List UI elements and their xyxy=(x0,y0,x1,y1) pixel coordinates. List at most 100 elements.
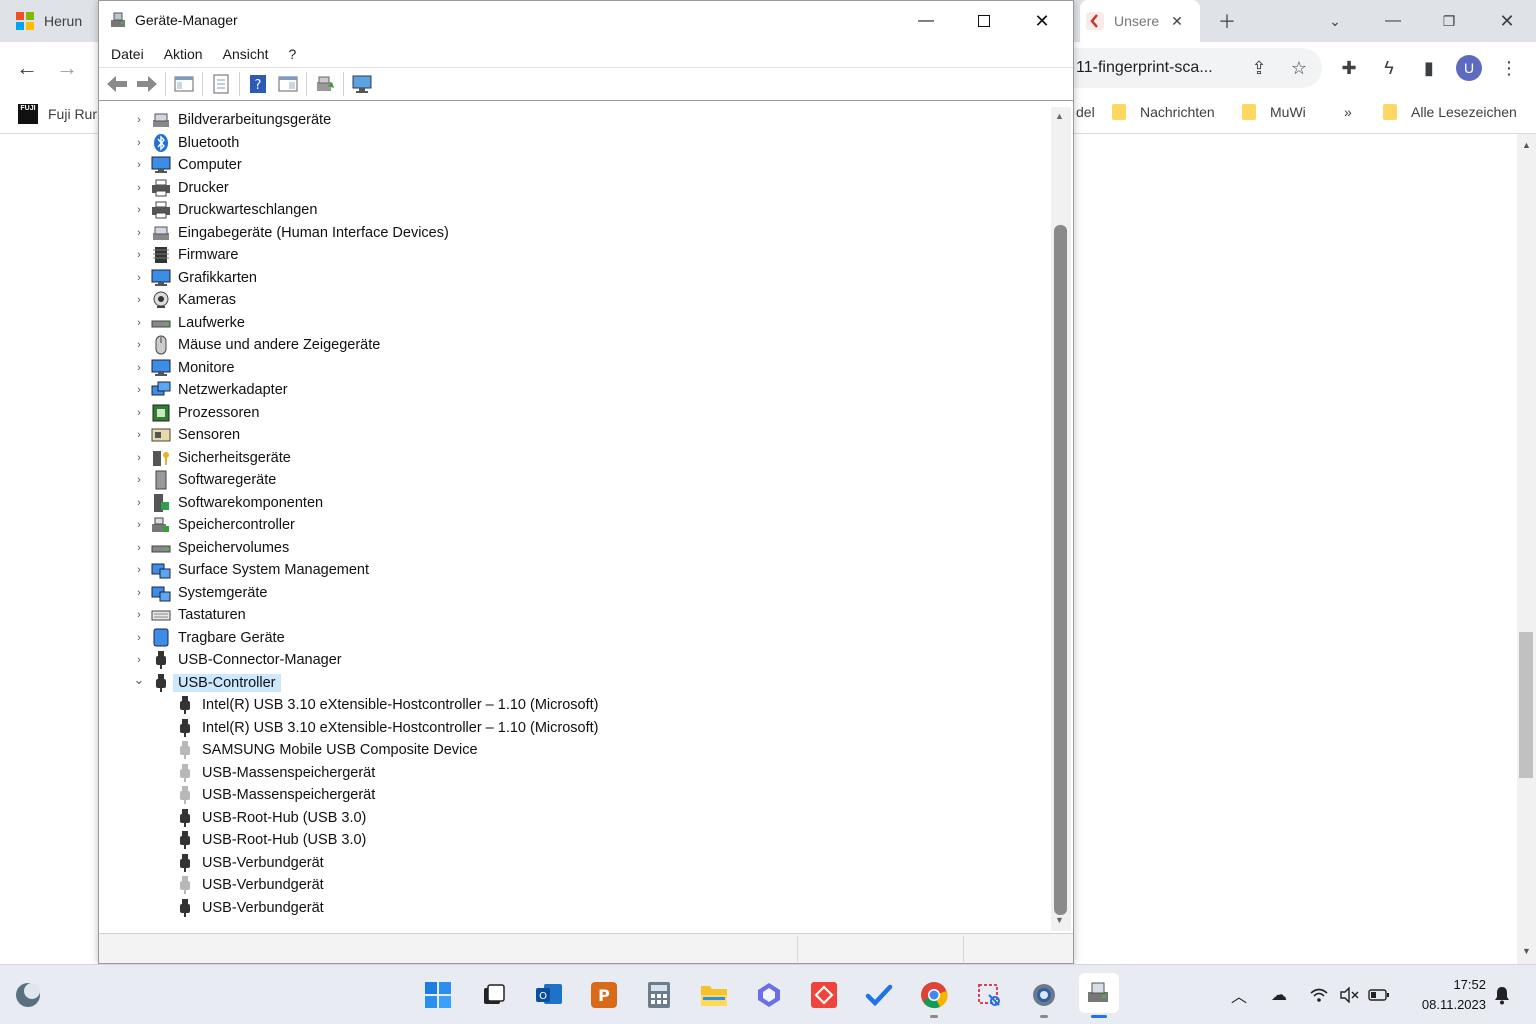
side-panel-icon[interactable]: ▮ xyxy=(1416,55,1442,81)
update-driver-button[interactable] xyxy=(313,72,337,96)
tree-scrollbar-thumb[interactable] xyxy=(1054,225,1067,915)
expand-chevron-icon[interactable]: › xyxy=(133,564,145,576)
forward-icon[interactable]: → xyxy=(54,55,80,81)
expand-chevron-icon[interactable]: › xyxy=(133,227,145,239)
device-manager-taskbar-button[interactable] xyxy=(1079,973,1119,1013)
expand-chevron-icon[interactable]: › xyxy=(133,474,145,486)
bookmark-partial[interactable]: del xyxy=(1076,104,1095,120)
battery-icon[interactable] xyxy=(1367,983,1391,1007)
chevron-down-icon[interactable]: ⌄ xyxy=(1322,8,1348,34)
copilot-taskbar-button[interactable] xyxy=(753,979,785,1011)
tree-category-row[interactable]: › Prozessoren xyxy=(133,402,259,424)
tree-category-row[interactable]: › Firmware xyxy=(133,244,238,266)
expand-chevron-icon[interactable]: › xyxy=(133,429,145,441)
browser-tab-right[interactable]: Unsere ✕ xyxy=(1080,0,1200,42)
expand-chevron-icon[interactable]: › xyxy=(133,204,145,216)
tree-category-row[interactable]: › Speichervolumes xyxy=(133,537,289,559)
explorer-taskbar-button[interactable] xyxy=(698,979,730,1011)
outlook-taskbar-button[interactable]: O xyxy=(533,979,565,1011)
tree-device-row[interactable]: USB-Root-Hub (USB 3.0) xyxy=(175,807,366,829)
back-button[interactable] xyxy=(105,72,129,96)
extensions-icon[interactable]: ✚ xyxy=(1336,55,1362,81)
settings-taskbar-button[interactable] xyxy=(1028,979,1060,1011)
tree-category-row[interactable]: › Drucker xyxy=(133,177,229,199)
expand-chevron-icon[interactable]: › xyxy=(133,497,145,509)
expand-chevron-icon[interactable]: › xyxy=(133,182,145,194)
anydesk-taskbar-button[interactable] xyxy=(808,979,840,1011)
tree-category-row[interactable]: › Sicherheitsgeräte xyxy=(133,447,291,469)
tree-category-row[interactable]: › Tastaturen xyxy=(133,604,246,626)
scan-hardware-button[interactable] xyxy=(350,72,374,96)
tree-category-row[interactable]: › Eingabegeräte (Human Interface Devices) xyxy=(133,222,449,244)
clock[interactable]: 17:52 08.11.2023 xyxy=(1404,975,1486,1015)
tree-category-row[interactable]: › Kameras xyxy=(133,289,236,311)
onedrive-icon[interactable]: ☁ xyxy=(1267,983,1291,1007)
tree-category-row[interactable]: › Mäuse und andere Zeigegeräte xyxy=(133,334,380,356)
expand-chevron-icon[interactable]: › xyxy=(133,272,145,284)
expand-chevron-icon[interactable]: › xyxy=(133,632,145,644)
tree-category-row[interactable]: › Tragbare Geräte xyxy=(133,627,285,649)
tree-category-row[interactable]: › Bildverarbeitungsgeräte xyxy=(133,109,331,131)
scroll-up-icon[interactable]: ▲ xyxy=(1522,140,1531,150)
back-icon[interactable]: ← xyxy=(14,55,40,81)
page-scrollbar[interactable]: ▲ ▼ xyxy=(1517,134,1536,964)
menu-help[interactable]: ? xyxy=(289,46,297,62)
menu-datei[interactable]: Datei xyxy=(111,46,144,62)
snipping-taskbar-button[interactable] xyxy=(973,979,1005,1011)
expand-chevron-icon[interactable]: › xyxy=(133,159,145,171)
kebab-menu-icon[interactable]: ⋮ xyxy=(1496,55,1522,81)
expand-chevron-icon[interactable]: › xyxy=(133,407,145,419)
share-icon[interactable]: ⇪ xyxy=(1246,55,1272,81)
view-button[interactable] xyxy=(276,72,300,96)
tree-category-row[interactable]: › Computer xyxy=(133,154,242,176)
tree-category-row[interactable]: › Softwarekomponenten xyxy=(133,492,323,514)
bookmarks-more-button[interactable]: » xyxy=(1344,104,1352,120)
tree-category-row[interactable]: › Sensoren xyxy=(133,424,240,446)
tree-category-row[interactable]: › Systemgeräte xyxy=(133,582,267,604)
close-icon[interactable]: ✕ xyxy=(1494,8,1520,34)
bookmark-muwi[interactable]: MuWi xyxy=(1242,104,1306,120)
show-hide-console-tree-button[interactable] xyxy=(172,72,196,96)
tree-category-row[interactable]: ⌄ USB-Controller xyxy=(133,672,281,694)
tree-category-row[interactable]: › Monitore xyxy=(133,357,234,379)
task-view-taskbar-button[interactable] xyxy=(478,979,510,1011)
help-button[interactable]: ? xyxy=(246,72,270,96)
wifi-icon[interactable] xyxy=(1307,983,1331,1007)
expand-chevron-icon[interactable]: › xyxy=(133,542,145,554)
minimize-icon[interactable]: — xyxy=(1380,8,1406,34)
profile-avatar[interactable]: U xyxy=(1456,55,1482,81)
bookmark-nachrichten[interactable]: Nachrichten xyxy=(1112,104,1215,120)
close-tab-icon[interactable]: ✕ xyxy=(1171,13,1183,30)
expand-chevron-icon[interactable]: › xyxy=(133,384,145,396)
scroll-up-icon[interactable]: ▲ xyxy=(1055,111,1064,121)
expand-chevron-icon[interactable]: › xyxy=(133,137,145,149)
tree-device-row[interactable]: USB-Massenspeichergerät xyxy=(175,762,375,784)
presenter-taskbar-button[interactable]: P xyxy=(588,979,620,1011)
expand-chevron-icon[interactable]: › xyxy=(133,452,145,464)
star-icon[interactable]: ☆ xyxy=(1286,55,1312,81)
expand-chevron-icon[interactable]: › xyxy=(133,339,145,351)
tree-device-row[interactable]: Intel(R) USB 3.10 eXtensible-Hostcontrol… xyxy=(175,694,599,716)
scroll-down-icon[interactable]: ▼ xyxy=(1055,915,1064,925)
tree-device-row[interactable]: USB-Verbundgerät xyxy=(175,852,324,874)
calculator-taskbar-button[interactable] xyxy=(643,979,675,1011)
browser-tab-left[interactable]: Herun xyxy=(16,0,106,42)
scroll-down-icon[interactable]: ▼ xyxy=(1522,946,1531,956)
expand-chevron-icon[interactable]: › xyxy=(133,114,145,126)
restore-icon[interactable]: ❐ xyxy=(1436,8,1462,34)
start-taskbar-button[interactable] xyxy=(422,979,454,1011)
expand-chevron-icon[interactable]: › xyxy=(133,609,145,621)
tree-category-row[interactable]: › Druckwarteschlangen xyxy=(133,199,317,221)
chevron-up-icon[interactable]: ︿ xyxy=(1227,983,1251,1007)
page-scrollbar-thumb[interactable] xyxy=(1519,632,1533,778)
bookmark-all[interactable]: Alle Lesezeichen xyxy=(1383,104,1517,120)
new-tab-icon[interactable]: ＋ xyxy=(1214,8,1240,34)
tree-device-row[interactable]: SAMSUNG Mobile USB Composite Device xyxy=(175,739,478,761)
close-button[interactable]: ✕ xyxy=(1013,1,1071,41)
tree-device-row[interactable]: Intel(R) USB 3.10 eXtensible-Hostcontrol… xyxy=(175,717,599,739)
menu-aktion[interactable]: Aktion xyxy=(164,46,203,62)
expand-chevron-icon[interactable]: › xyxy=(133,519,145,531)
tree-device-row[interactable]: USB-Verbundgerät xyxy=(175,874,324,896)
expand-chevron-icon[interactable]: › xyxy=(133,654,145,666)
minimize-button[interactable]: — xyxy=(897,1,955,41)
